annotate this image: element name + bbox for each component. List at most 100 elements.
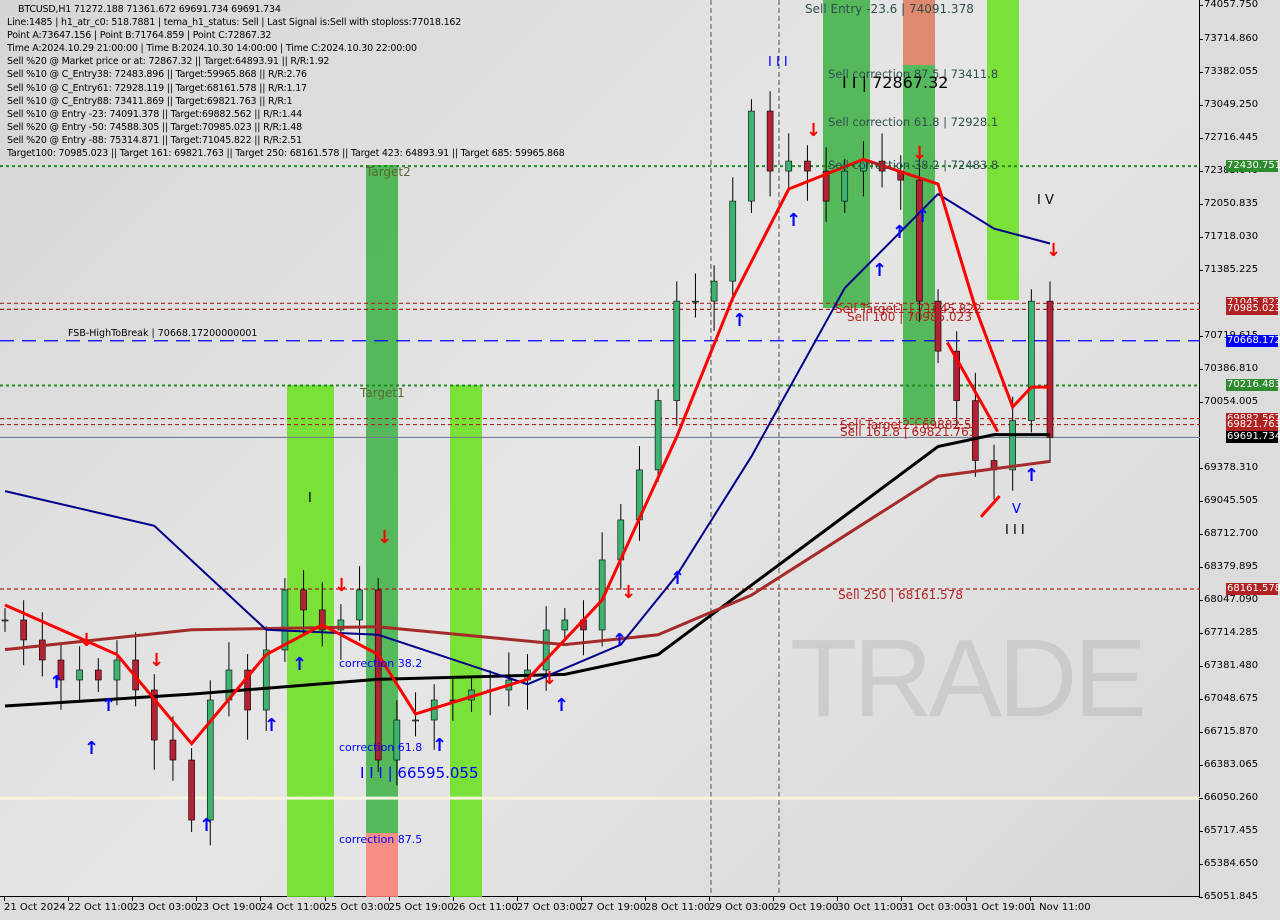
y-tick-label: 68712.700: [1198, 528, 1259, 540]
x-tick-label: 21 Oct 2024: [4, 897, 66, 913]
chart-annotation: correction 38.2: [339, 657, 423, 670]
x-tick-label: 23 Oct 19:00: [196, 897, 262, 913]
chart-annotation: Sell 250 | 68161.578: [838, 588, 963, 602]
candle-body: [113, 659, 121, 681]
candle-body: [281, 589, 289, 651]
x-tick-label: 24 Oct 11:00: [260, 897, 326, 913]
candle-body: [654, 400, 662, 471]
chart-annotation: correction 61.8: [339, 741, 423, 754]
chart-annotation: Sell 100 | 70985.023: [847, 310, 972, 324]
chart-annotation: I I I | 66595.055: [360, 764, 479, 782]
candle-body: [710, 280, 718, 302]
y-tick-label: 71718.030: [1198, 230, 1259, 242]
candle-body: [804, 160, 811, 172]
y-tick-label: 68379.895: [1198, 561, 1259, 573]
y-tick-label: 67048.675: [1198, 693, 1259, 705]
chart-annotation: Target2: [366, 165, 411, 179]
price-level-badge: 69821.763: [1226, 418, 1280, 431]
y-tick-label: 67381.480: [1198, 660, 1259, 672]
price-level-badge: 70216.483: [1226, 379, 1280, 392]
candle-body: [542, 629, 550, 671]
y-tick-label: 67714.285: [1198, 627, 1259, 639]
candle-body: [748, 110, 755, 202]
y-tick-label: 66383.065: [1198, 759, 1259, 771]
candle-body: [20, 619, 27, 641]
symbol-title: BTCUSD,H1 71272.188 71361.672 69691.734 …: [18, 4, 281, 15]
candle-body: [841, 170, 849, 202]
target-zone: [450, 385, 482, 897]
x-tick-label: 31 Oct 03:00: [901, 897, 967, 913]
target-zone: [987, 0, 1019, 300]
price-level-badge: 72430.751: [1226, 160, 1280, 173]
candle-body: [76, 669, 83, 681]
x-tick-label: 27 Oct 19:00: [580, 897, 647, 913]
buy-arrow-icon: ↑: [101, 695, 116, 716]
wave-line: [979, 495, 1001, 518]
chart-plot-area[interactable]: ↓ ↓ ↓ ↓ ↓ ↓ ↓ ↓ ↓ ↑ ↑ ↑ ↑ ↑ ↑ ↑ ↑ ↑ ↑ ↑ ↑ ↑ ↑ ↑ ↑ TRADE BTCUSD,H…: [0, 0, 1200, 897]
info-line: Line:1485 | h1_atr_c0: 518.7881 | tema_h…: [7, 17, 462, 29]
x-tick-label: 29 Oct 19:00: [773, 897, 839, 913]
sell-arrow-icon: ↓: [79, 630, 94, 651]
candle-body: [1046, 300, 1054, 438]
x-tick-label: 31 Oct 19:00: [965, 897, 1031, 913]
y-tick-label: 74057.750: [1198, 0, 1259, 10]
chart-annotation: I I | 72867.32: [842, 73, 949, 92]
buy-arrow-icon: ↑: [892, 222, 907, 243]
info-line: Point A:73647.156 | Point B:71764.859 | …: [7, 30, 272, 42]
chart-annotation: Sell correction 61.8 | 72928.1: [828, 115, 999, 129]
sell-arrow-icon: ↓: [806, 120, 821, 141]
price-level-badge: 69691.734: [1226, 431, 1280, 444]
chart-annotation: correction 87.5: [339, 833, 423, 846]
watermark-logo: TRADE: [790, 617, 1147, 740]
x-tick-label: 22 Oct 11:00: [68, 897, 134, 913]
candle-body: [561, 619, 569, 631]
x-tick-label: 27 Oct 03:00: [516, 897, 582, 913]
x-tick-label: 1 Nov 11:00: [1029, 897, 1091, 913]
chart-annotation: V: [1012, 502, 1021, 517]
candle-body: [785, 160, 793, 172]
buy-arrow-icon: ↑: [872, 260, 887, 281]
buy-arrow-icon: ↑: [432, 735, 447, 756]
y-tick-label: 66715.870: [1198, 726, 1259, 738]
sell-arrow-icon: ↓: [1046, 240, 1061, 261]
info-line: Time A:2024.10.29 21:00:00 | Time B:2024…: [7, 43, 417, 55]
x-tick-label: 25 Oct 19:00: [388, 897, 454, 913]
info-line: Sell %10 @ C_Entry38: 72483.896 || Targe…: [7, 69, 307, 81]
y-tick-label: 72716.445: [1198, 131, 1259, 143]
buy-arrow-icon: ↑: [670, 568, 685, 589]
buy-arrow-icon: ↑: [1024, 465, 1039, 486]
sell-arrow-icon: ↓: [621, 582, 636, 603]
info-line: Sell %20 @ Market price or at: 72867.32 …: [7, 56, 330, 68]
info-line: Sell %10 @ Entry -23: 74091.378 || Targe…: [7, 108, 302, 120]
x-tick-label: 28 Oct 11:00: [645, 897, 711, 913]
target-zone: [366, 165, 398, 833]
price-level-badge: 68161.578: [1226, 583, 1280, 596]
buy-arrow-icon: ↑: [264, 715, 279, 736]
x-tick-label: 25 Oct 03:00: [324, 897, 390, 913]
y-tick-label: 73049.250: [1198, 98, 1259, 110]
buy-arrow-icon: ↑: [199, 815, 214, 836]
x-tick-label: 29 Oct 03:00: [709, 897, 775, 913]
chart-annotation: Sell correction 38.2 | 72483.8: [828, 158, 999, 172]
candle-body: [673, 300, 681, 401]
buy-arrow-icon: ↑: [732, 310, 747, 331]
x-tick-label: 30 Oct 11:00: [837, 897, 903, 913]
candle-body: [1, 619, 9, 622]
y-tick-label: 69045.505: [1198, 495, 1259, 507]
chart-annotation: FSB-HighToBreak | 70668.17200000001: [68, 328, 258, 339]
buy-arrow-icon: ↑: [84, 738, 99, 759]
info-line: Sell %20 @ Entry -88: 75314.871 || Targe…: [7, 134, 302, 146]
sell-arrow-icon: ↓: [542, 668, 557, 689]
candle-body: [692, 300, 699, 303]
candle-body: [95, 669, 102, 681]
candle-body: [766, 110, 774, 172]
x-tick-label: 26 Oct 11:00: [452, 897, 518, 913]
y-tick-label: 69378.310: [1198, 462, 1259, 474]
info-line: Sell %10 @ C_Entry88: 73411.869 || Targe…: [7, 95, 293, 107]
buy-arrow-icon: ↑: [49, 672, 64, 693]
buy-arrow-icon: ↑: [554, 695, 569, 716]
indicator-info-panel: BTCUSD,H1 71272.188 71361.672 69691.734 …: [7, 3, 565, 160]
sell-arrow-icon: ↓: [334, 575, 349, 596]
chart-annotation: Sell 161.8 | 69821.763: [840, 425, 977, 439]
y-tick-label: 70386.810: [1198, 362, 1259, 374]
